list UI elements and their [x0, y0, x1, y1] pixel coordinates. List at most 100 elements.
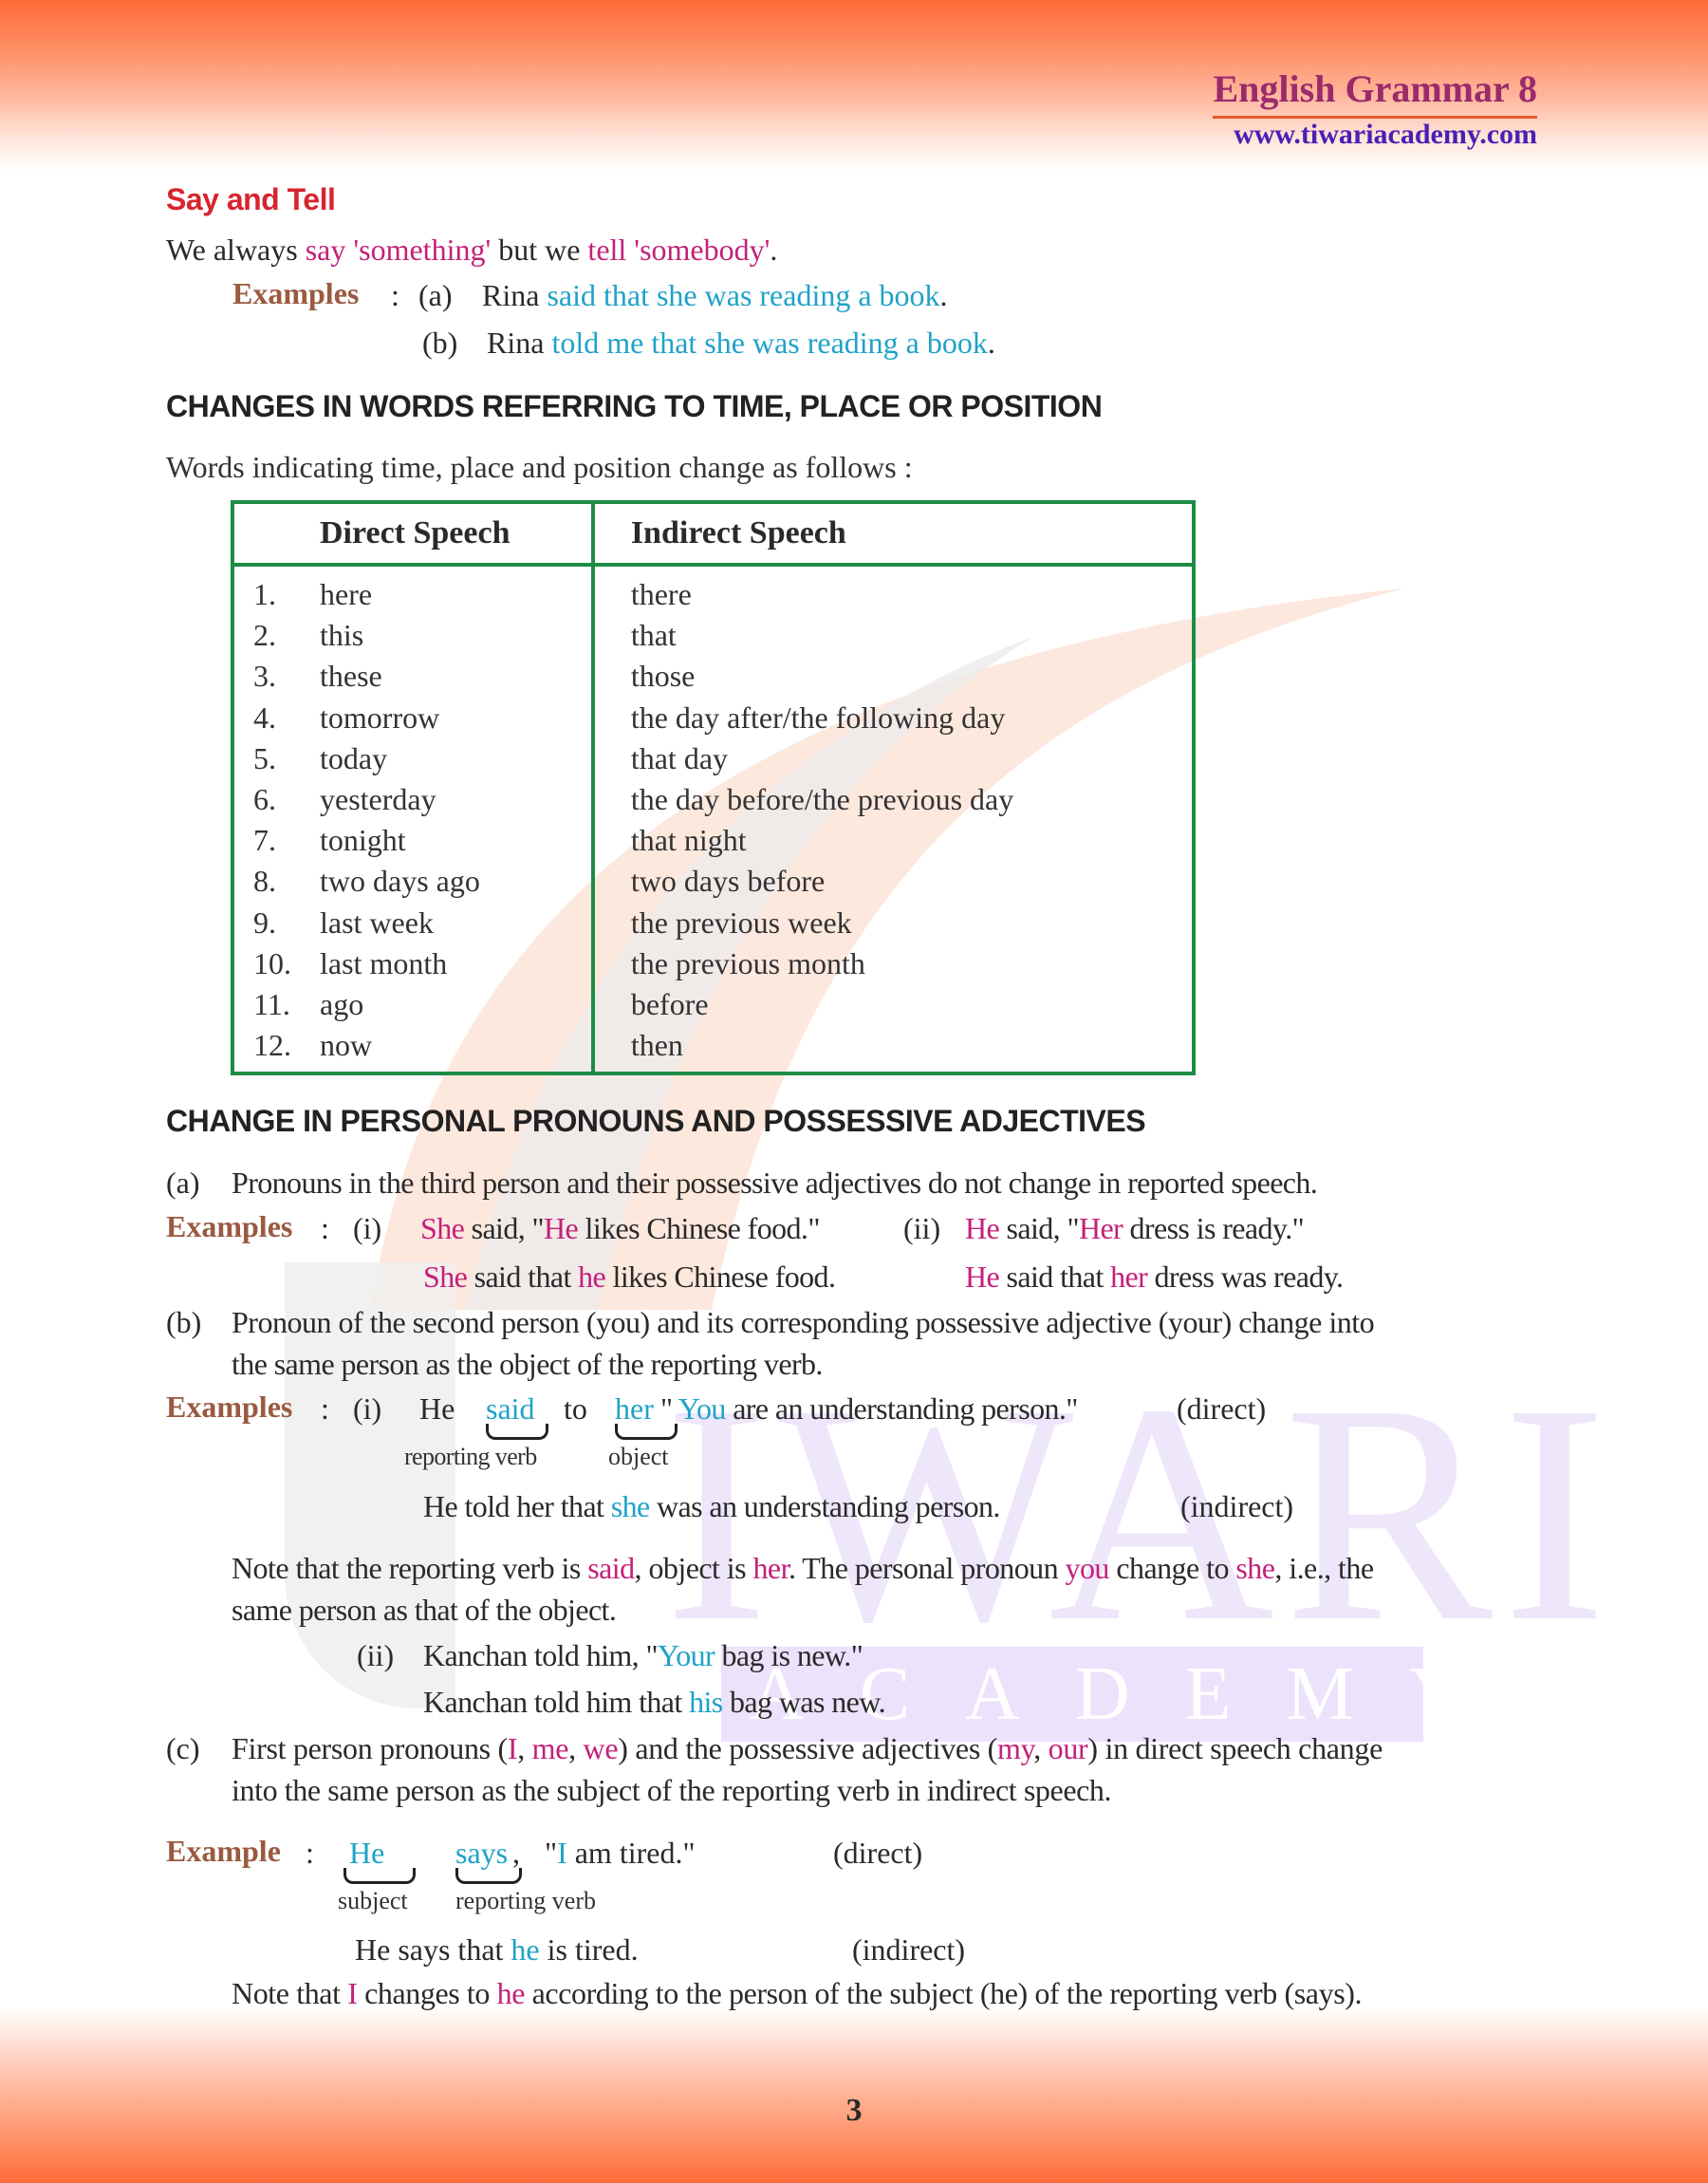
table-row: 4. tomorrow the day after/the following da…: [232, 697, 1194, 738]
page-number: 3: [845, 2093, 863, 2128]
example-b-ii-indirect: Kanchan told him that his bag was new.: [423, 1685, 886, 1719]
indirect-tag: (indirect): [852, 1932, 966, 1967]
table-row: 9. last week the previous week: [232, 902, 1194, 943]
row-number: 12.: [253, 1028, 291, 1063]
section-heading-time-place: CHANGES IN WORDS REFERRING TO TIME, PLAC…: [166, 389, 1103, 423]
row-number: 11.: [253, 986, 290, 1021]
indirect-word: that: [590, 615, 1194, 657]
indirect-word: the day before/the previous day: [590, 778, 1194, 821]
direct-indirect-table: Direct Speech Indirect Speech 1. here ther…: [231, 500, 1196, 1076]
table-row: 12. now then: [232, 1025, 1194, 1074]
direct-word: this: [320, 618, 364, 653]
brace-reporting-verb-icon: [486, 1424, 548, 1440]
note-c: Note that I changes to he according to t…: [232, 1976, 1363, 2010]
highlight-tell: tell 'somebody': [587, 233, 770, 267]
column-header-direct: Direct Speech: [232, 502, 593, 567]
indirect-word: the day after/the following day: [590, 697, 1194, 738]
direct-word: today: [320, 740, 388, 775]
example-b-ii-direct: Kanchan told him, "Your bag is new.": [423, 1638, 863, 1672]
direct-word: tonight: [320, 823, 406, 858]
direct-word: ago: [320, 986, 364, 1021]
example-marker-ii: (ii): [357, 1638, 395, 1672]
example-a-sentence: Rina said that she was reading a book.: [482, 278, 948, 312]
example-a-ii-indirect: He said that her dress was ready.: [965, 1259, 1344, 1294]
direct-word: these: [320, 659, 382, 694]
indirect-word: those: [590, 656, 1194, 698]
table-row: 5. today that day: [232, 737, 1194, 779]
rule-c-line2: into the same person as the subject of t…: [232, 1773, 1112, 1807]
label-reporting-verb: reporting verb: [455, 1887, 597, 1914]
rule-c-line1: First person pronouns (I, me, we) and th…: [232, 1731, 1383, 1765]
word-to: to: [564, 1391, 587, 1426]
table-row: 2. this that: [232, 615, 1194, 657]
examples-label: Examples: [166, 1390, 293, 1424]
example-marker-b: (b): [422, 326, 458, 360]
note-b-line1: Note that the reporting verb is said, ob…: [232, 1551, 1374, 1585]
example-a-ii-direct: He said, "Her dress is ready.": [965, 1211, 1305, 1245]
direct-word: last month: [320, 945, 448, 980]
word-says-reporting-verb: says: [455, 1836, 509, 1870]
indirect-word: that day: [590, 737, 1194, 779]
column-header-indirect: Indirect Speech: [590, 502, 1194, 567]
indirect-word: there: [590, 565, 1194, 616]
example-marker-ii: (ii): [903, 1211, 941, 1245]
table-row: 10. last month the previous month: [232, 942, 1194, 984]
table-header-row: Direct Speech Indirect Speech: [232, 502, 1194, 567]
website-link[interactable]: www.tiwariacademy.com: [1234, 118, 1537, 152]
indirect-tag: (indirect): [1180, 1489, 1294, 1523]
comma: ,: [512, 1836, 520, 1870]
indirect-word: the previous week: [590, 902, 1194, 943]
direct-tag: (direct): [1177, 1391, 1267, 1426]
example-a-i-indirect: She said that he likes Chinese food.: [423, 1259, 836, 1294]
word-he-subject: He: [349, 1836, 385, 1870]
note-b-line2: same person as that of the object.: [232, 1593, 617, 1627]
book-title: English Grammar 8: [1213, 66, 1537, 119]
colon: :: [321, 1211, 329, 1245]
row-number: 7.: [253, 823, 276, 858]
examples-label: Examples: [166, 1209, 293, 1243]
direct-word: yesterday: [320, 782, 436, 817]
colon: :: [306, 1836, 314, 1870]
label-subject: subject: [338, 1887, 408, 1914]
example-c-direct-quote: "I am tired.": [545, 1836, 696, 1870]
section-heading-say-tell: Say and Tell: [166, 182, 336, 216]
indirect-word: two days before: [590, 861, 1194, 903]
label-object: object: [608, 1443, 669, 1470]
rule-marker-a: (a): [166, 1166, 200, 1200]
word-said-reporting-verb: said: [486, 1391, 535, 1426]
example-marker-a: (a): [418, 278, 453, 312]
brace-subject-icon: [343, 1868, 416, 1884]
rule-marker-b: (b): [166, 1305, 202, 1339]
table-row: 3. these those: [232, 656, 1194, 698]
brace-reporting-verb-icon: [455, 1868, 522, 1884]
example-marker-i: (i): [353, 1391, 382, 1426]
indirect-word: before: [590, 983, 1194, 1026]
row-number: 4.: [253, 700, 276, 735]
rule-b-line1: Pronoun of the second person (you) and i…: [232, 1305, 1375, 1339]
table-row: 6. yesterday the day before/the previous d…: [232, 778, 1194, 821]
example-b-i-indirect: He told her that she was an understandin…: [423, 1489, 1000, 1523]
examples-label: Examples: [232, 276, 360, 310]
say-tell-rule: We always say 'something' but we tell 's…: [166, 233, 778, 267]
example-marker-i: (i): [353, 1211, 382, 1245]
rule-b-line2: the same person as the object of the rep…: [232, 1347, 823, 1381]
table-row: 1. here there: [232, 565, 1194, 616]
direct-word: last week: [320, 905, 434, 940]
rule-marker-c: (c): [166, 1731, 200, 1765]
example-a-i-direct: She said, "He likes Chinese food.": [420, 1211, 820, 1245]
direct-word: now: [320, 1028, 373, 1063]
colon: :: [391, 278, 399, 312]
section-heading-pronouns: CHANGE IN PERSONAL PRONOUNS AND POSSESSI…: [166, 1104, 1146, 1138]
direct-word: tomorrow: [320, 700, 440, 735]
brace-object-icon: [615, 1424, 678, 1440]
rule-a-text: Pronouns in the third person and their p…: [232, 1166, 1318, 1200]
row-number: 5.: [253, 740, 276, 775]
indirect-word: that night: [590, 820, 1194, 862]
example-b-i-direct-rest: " You are an understanding person.": [660, 1391, 1078, 1426]
row-number: 2.: [253, 618, 276, 653]
indirect-word: then: [590, 1025, 1194, 1074]
indirect-word: the previous month: [590, 942, 1194, 984]
table-row: 7. tonight that night: [232, 820, 1194, 862]
row-number: 8.: [253, 864, 276, 899]
colon: :: [321, 1391, 329, 1426]
